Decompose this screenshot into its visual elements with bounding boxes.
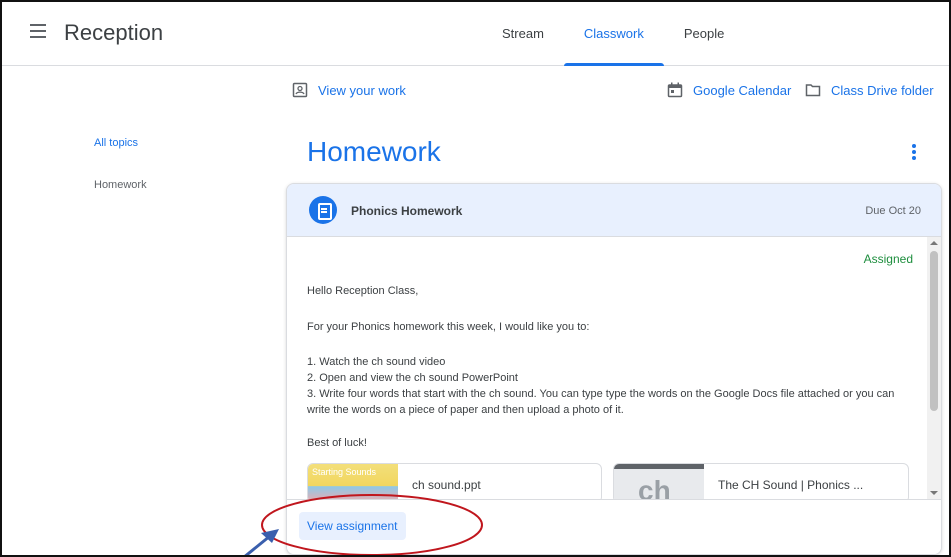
attachment-video[interactable]: ch The CH Sound | Phonics ...: [613, 463, 909, 499]
more-vert-icon[interactable]: [912, 144, 918, 164]
assignment-body: Assigned Hello Reception Class, For your…: [287, 237, 927, 499]
thumbnail-caption: Starting Sounds: [312, 467, 377, 477]
view-your-work-label: View your work: [318, 82, 406, 98]
step-3-text: 3. Write four words that start with the …: [307, 388, 895, 416]
assignment-icon: [309, 196, 337, 224]
video-thumbnail: ch: [614, 464, 704, 499]
scroll-up-arrow[interactable]: [930, 241, 938, 245]
due-date: Due Oct 20: [865, 205, 921, 217]
attachment-thumbnail: Starting Sounds: [308, 464, 398, 499]
app-window: Reception Stream Classwork People View y…: [0, 0, 951, 557]
greeting-text: Hello Reception Class,: [307, 285, 419, 297]
thumbnail-caption: ch: [638, 475, 671, 499]
attachment-label: The CH Sound | Phonics ...: [718, 478, 864, 492]
intro-text: For your Phonics homework this week, I w…: [307, 321, 590, 333]
portfolio-icon: [292, 82, 308, 98]
tab-classwork[interactable]: Classwork: [563, 2, 664, 66]
view-assignment-button[interactable]: View assignment: [299, 512, 406, 540]
menu-icon[interactable]: [30, 24, 46, 40]
closing-text: Best of luck!: [307, 437, 367, 449]
attachment-label: ch sound.ppt: [412, 478, 481, 492]
scroll-down-arrow[interactable]: [930, 491, 938, 495]
status-label: Assigned: [863, 252, 913, 266]
pointer-arrow: [244, 534, 271, 555]
section-heading: Homework: [307, 136, 441, 167]
tab-stream[interactable]: Stream: [482, 2, 564, 66]
google-calendar-link[interactable]: Google Calendar: [667, 82, 791, 98]
assignment-footer: View assignment: [287, 499, 941, 554]
class-drive-folder-label: Class Drive folder: [831, 82, 934, 98]
main-tabs: Stream Classwork People: [482, 2, 744, 66]
card-scrollbar[interactable]: [927, 237, 941, 499]
scroll-thumb[interactable]: [930, 251, 938, 411]
class-drive-folder-link[interactable]: Class Drive folder: [805, 82, 934, 98]
view-your-work-link[interactable]: View your work: [292, 82, 406, 98]
topic-homework[interactable]: Homework: [94, 179, 147, 191]
assignment-title: Phonics Homework: [351, 204, 463, 218]
assignment-card: Phonics Homework Due Oct 20 Assigned Hel…: [286, 183, 942, 555]
top-app-bar: Reception Stream Classwork People: [2, 2, 949, 66]
folder-icon: [805, 84, 821, 97]
pointer-arrowhead: [261, 529, 279, 543]
tab-people[interactable]: People: [664, 2, 744, 66]
class-title[interactable]: Reception: [64, 20, 163, 46]
step-2-text: 2. Open and view the ch sound PowerPoint: [307, 372, 518, 384]
step-1-text: 1. Watch the ch sound video: [307, 356, 446, 368]
assignment-header[interactable]: Phonics Homework Due Oct 20: [287, 184, 941, 237]
topic-all-topics[interactable]: All topics: [94, 137, 147, 149]
calendar-icon: [667, 82, 683, 98]
google-calendar-label: Google Calendar: [693, 82, 792, 98]
topic-list: All topics Homework: [94, 137, 147, 221]
attachment-ppt[interactable]: Starting Sounds ch sound.ppt: [307, 463, 602, 499]
